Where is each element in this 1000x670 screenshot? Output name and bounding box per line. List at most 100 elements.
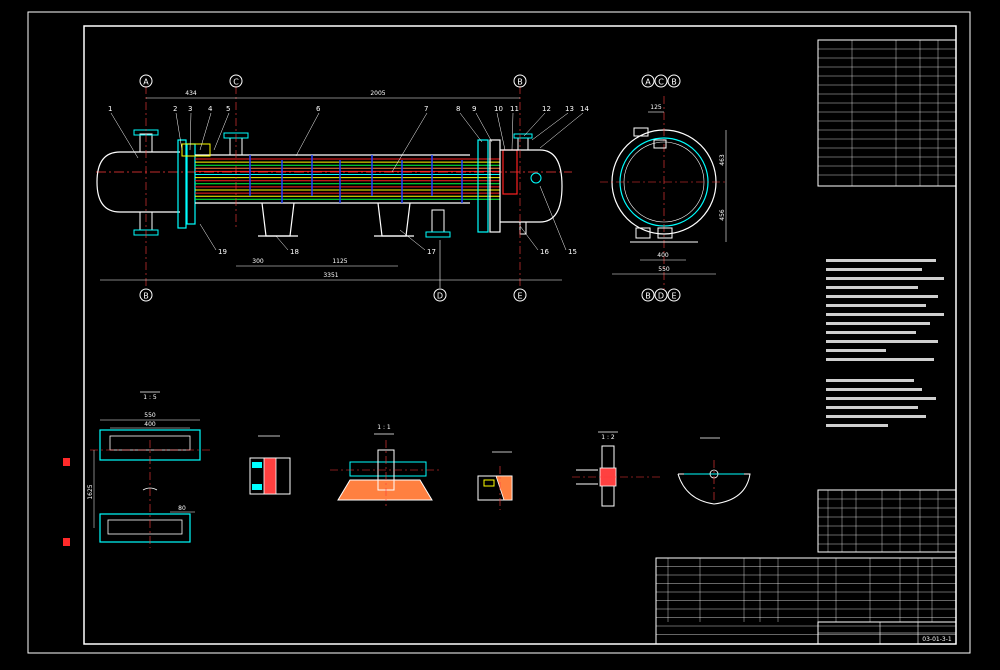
saddle-right bbox=[374, 202, 414, 237]
axis-bubble-bottom-D: D bbox=[433, 288, 447, 302]
callout-number: 7 bbox=[424, 105, 428, 113]
dimension-text: 3351 bbox=[323, 272, 338, 279]
end-view: A C B B D E 125 463 456 400 550 bbox=[600, 74, 728, 302]
axis-label: C bbox=[233, 78, 239, 87]
dimension-text: 400 bbox=[144, 421, 156, 428]
saddle-left bbox=[258, 202, 298, 237]
end-axis-bubbles-top: A C B bbox=[641, 74, 681, 88]
dimension-text: 434 bbox=[185, 90, 197, 97]
drawing-number: 03-01-3-1 bbox=[922, 636, 952, 643]
dimension-2005: 2005 bbox=[236, 90, 520, 99]
parts-list-table bbox=[655, 557, 957, 645]
axis-label: D bbox=[658, 292, 664, 301]
dimension-text: 80 bbox=[178, 505, 186, 512]
vent-port bbox=[530, 172, 542, 184]
support-plate-bottom bbox=[99, 513, 191, 543]
detail-scale-label: 1 : 1 bbox=[377, 424, 391, 431]
dimension-text: 463 bbox=[719, 154, 726, 166]
dimension-3351: 3351 bbox=[100, 272, 562, 281]
ucs-marker-lower[interactable] bbox=[63, 538, 70, 546]
detail-scale-label: 1 : 2 bbox=[601, 434, 615, 441]
end-view-dims: 125 463 456 400 550 bbox=[612, 104, 727, 275]
axis-bubble-top-C: C bbox=[229, 74, 243, 88]
right-flange-a bbox=[477, 139, 489, 233]
right-flange-b bbox=[489, 139, 501, 233]
callout-number: 3 bbox=[188, 105, 192, 113]
callouts-bottom: 19 18 17 16 15 bbox=[218, 248, 577, 256]
dimension-text: 1125 bbox=[332, 258, 347, 265]
axis-bubble-bottom-B: B bbox=[139, 288, 153, 302]
detail-view-supports: 1 : 5 550 400 80 1625 bbox=[87, 391, 210, 548]
tube-bundle bbox=[195, 158, 500, 200]
end-axis-bubbles-bottom: B D E bbox=[641, 288, 681, 302]
callouts-top: 1 2 3 4 5 6 7 8 9 10 11 12 13 14 bbox=[108, 105, 589, 113]
right-head bbox=[539, 149, 563, 223]
note-line bbox=[826, 388, 922, 391]
nozzle-top-right bbox=[513, 133, 533, 151]
note-line bbox=[826, 358, 934, 361]
dimension-text: 2005 bbox=[370, 90, 385, 97]
note-line bbox=[826, 295, 938, 298]
callout-number: 10 bbox=[494, 105, 503, 113]
note-line bbox=[826, 379, 914, 382]
axis-label: C bbox=[658, 78, 664, 87]
drain-nozzle bbox=[519, 221, 527, 235]
detail-view-flange bbox=[249, 435, 291, 495]
detail-view-weld-a bbox=[477, 451, 513, 510]
callout-number: 11 bbox=[510, 105, 519, 113]
technical-requirements-notes bbox=[826, 259, 944, 427]
leader-lines-bottom bbox=[199, 185, 567, 251]
note-line bbox=[826, 424, 888, 427]
leader-lines-top bbox=[110, 112, 584, 173]
ucs-marker-upper[interactable] bbox=[63, 458, 70, 466]
axis-label: E bbox=[671, 292, 676, 301]
callout-number: 6 bbox=[316, 105, 321, 113]
callout-number: 13 bbox=[565, 105, 574, 113]
detail-view-nozzle-section: 1 : 2 bbox=[572, 431, 660, 507]
nozzle-bottom-right bbox=[425, 209, 451, 238]
note-line bbox=[826, 259, 936, 262]
axis-label: E bbox=[517, 292, 522, 301]
dimension-text: 550 bbox=[658, 266, 670, 273]
note-line bbox=[826, 415, 926, 418]
note-line bbox=[826, 331, 916, 334]
dimension-434: 434 bbox=[146, 90, 236, 99]
axis-label: B bbox=[143, 292, 149, 301]
dimension-1125: 1125 bbox=[280, 258, 398, 267]
main-elevation-view: A C B B D E 434 2005 300 1125 3351 1 2 3… bbox=[96, 74, 589, 302]
note-line bbox=[826, 313, 944, 316]
callout-number: 18 bbox=[290, 248, 299, 256]
detail-scale-label: 1 : 5 bbox=[143, 394, 157, 401]
callout-number: 9 bbox=[472, 105, 476, 113]
dimension-text: 400 bbox=[657, 252, 669, 259]
dimension-300: 300 bbox=[236, 258, 280, 267]
axis-label: B bbox=[671, 78, 677, 87]
detail-view-shell-section bbox=[677, 437, 751, 505]
axis-label: B bbox=[645, 292, 651, 301]
dimension-text: 456 bbox=[719, 209, 726, 221]
callout-number: 5 bbox=[226, 105, 230, 113]
dimension-text: 300 bbox=[252, 258, 264, 265]
axis-label: A bbox=[645, 78, 651, 87]
note-line bbox=[826, 340, 938, 343]
note-line bbox=[826, 406, 918, 409]
callout-number: 17 bbox=[427, 248, 436, 256]
callout-number: 14 bbox=[580, 105, 589, 113]
axis-bubble-top-B: B bbox=[513, 74, 527, 88]
axis-label: D bbox=[437, 292, 443, 301]
callout-number: 15 bbox=[568, 248, 577, 256]
note-line bbox=[826, 286, 918, 289]
axis-label: B bbox=[517, 78, 523, 87]
technical-data-table bbox=[817, 39, 957, 187]
callout-number: 8 bbox=[456, 105, 460, 113]
nozzle-schedule-table bbox=[817, 489, 957, 553]
callout-number: 19 bbox=[218, 248, 227, 256]
drawing-sheet: A C B B D E 434 2005 300 1125 3351 1 2 3… bbox=[27, 11, 971, 654]
cad-drawing-canvas[interactable]: A C B B D E 434 2005 300 1125 3351 1 2 3… bbox=[0, 0, 1000, 666]
note-line bbox=[826, 304, 926, 307]
dimension-text: 550 bbox=[144, 412, 156, 419]
callout-number: 4 bbox=[208, 105, 213, 113]
callout-number: 2 bbox=[173, 105, 177, 113]
end-nozzle-bottom bbox=[657, 227, 673, 239]
flange-gasket bbox=[263, 457, 277, 495]
